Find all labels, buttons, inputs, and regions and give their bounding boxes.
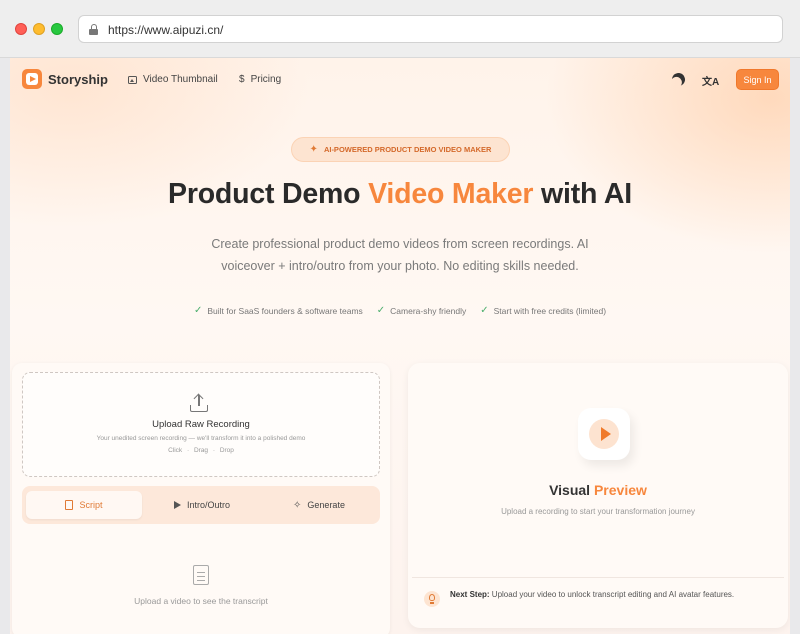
nav-video-thumbnail[interactable]: Video Thumbnail bbox=[128, 74, 218, 85]
dollar-icon: $ bbox=[239, 74, 245, 85]
upload-title: Upload Raw Recording bbox=[152, 419, 250, 430]
transcript-empty-text: Upload a video to see the transcript bbox=[134, 596, 268, 606]
next-step-label: Next Step: bbox=[450, 590, 490, 599]
document-icon bbox=[65, 500, 74, 510]
sparkle-icon: ✦ bbox=[309, 144, 318, 155]
upload-actions: Click · Drag · Drop bbox=[168, 447, 234, 454]
tab-intro-outro[interactable]: Intro/Outro bbox=[146, 491, 258, 519]
close-window-button[interactable] bbox=[15, 23, 27, 35]
tab-script-label: Script bbox=[79, 500, 103, 510]
upload-description: Your unedited screen recording — we'll t… bbox=[96, 435, 306, 442]
storyship-logo-icon[interactable] bbox=[22, 69, 42, 89]
feature-item: ✓ Start with free credits (limited) bbox=[480, 305, 606, 316]
check-icon: ✓ bbox=[480, 305, 489, 316]
tab-script[interactable]: Script bbox=[26, 491, 142, 519]
next-step-body: Upload your video to unlock transcript e… bbox=[489, 590, 735, 599]
upload-icon bbox=[190, 393, 208, 412]
next-step-hint: Next Step: Upload your video to unlock t… bbox=[412, 577, 784, 623]
page: Storyship Video Thumbnail $ Pricing 文A S… bbox=[10, 58, 790, 634]
tab-generate[interactable]: ✧ Generate bbox=[262, 491, 376, 519]
check-icon: ✓ bbox=[376, 305, 386, 316]
feature-item: ✓ Camera-shy friendly bbox=[377, 305, 466, 316]
transcript-document-icon bbox=[193, 565, 209, 585]
title-part-end: with AI bbox=[533, 178, 632, 210]
title-accent: Video Maker bbox=[368, 178, 534, 210]
play-icon bbox=[173, 501, 181, 509]
play-circle-icon bbox=[589, 419, 619, 449]
lock-icon bbox=[89, 24, 98, 35]
url-text[interactable]: https://www.aipuzi.cn/ bbox=[108, 23, 223, 37]
nav-pricing-label: Pricing bbox=[250, 74, 282, 85]
sign-in-button[interactable]: Sign In bbox=[736, 69, 779, 90]
hero-subtitle: Create professional product demo videos … bbox=[211, 237, 589, 273]
moon-icon[interactable] bbox=[670, 71, 687, 88]
translate-icon[interactable]: 文A bbox=[702, 73, 719, 88]
maximize-window-button[interactable] bbox=[51, 23, 63, 35]
brand-name[interactable]: Storyship bbox=[48, 72, 108, 87]
page-title: Product Demo Video Maker with AI bbox=[10, 178, 790, 211]
browser-chrome: https://www.aipuzi.cn/ bbox=[0, 0, 800, 58]
nav-pricing[interactable]: $ Pricing bbox=[239, 74, 281, 85]
hero-badge-label: AI-POWERED PRODUCT DEMO VIDEO MAKER bbox=[323, 145, 492, 154]
top-nav: Storyship Video Thumbnail $ Pricing 文A S… bbox=[10, 58, 790, 102]
address-bar[interactable]: https://www.aipuzi.cn/ bbox=[78, 15, 783, 43]
preview-description: Upload a recording to start your transfo… bbox=[501, 507, 695, 516]
feature-label: Built for SaaS founders & software teams bbox=[207, 305, 363, 316]
tab-intro-outro-label: Intro/Outro bbox=[186, 500, 231, 510]
preview-title: Visual Preview bbox=[408, 482, 788, 498]
preview-title-part: Visual bbox=[549, 482, 594, 498]
nav-video-thumbnail-label: Video Thumbnail bbox=[143, 74, 218, 85]
feature-label: Start with free credits (limited) bbox=[493, 305, 607, 316]
image-icon bbox=[128, 75, 137, 84]
magic-wand-icon: ✧ bbox=[293, 499, 302, 511]
preview-title-accent: Preview bbox=[593, 482, 647, 498]
minimize-window-button[interactable] bbox=[33, 23, 45, 35]
feature-item: ✓ Built for SaaS founders & software team… bbox=[194, 305, 363, 316]
hero-badge: ✦ AI-POWERED PRODUCT DEMO VIDEO MAKER bbox=[291, 137, 510, 162]
feature-label: Camera-shy friendly bbox=[390, 305, 467, 316]
preview-play-button[interactable] bbox=[578, 408, 630, 460]
lightbulb-icon bbox=[424, 591, 440, 607]
editor-tabs: Script Intro/Outro ✧ Generate bbox=[22, 486, 380, 524]
next-step-text: Next Step: Upload your video to unlock t… bbox=[450, 588, 780, 601]
title-part: Product Demo bbox=[168, 178, 369, 210]
tab-generate-label: Generate bbox=[307, 500, 345, 510]
check-icon: ✓ bbox=[193, 305, 203, 316]
feature-list: ✓ Built for SaaS founders & software team… bbox=[10, 305, 790, 316]
